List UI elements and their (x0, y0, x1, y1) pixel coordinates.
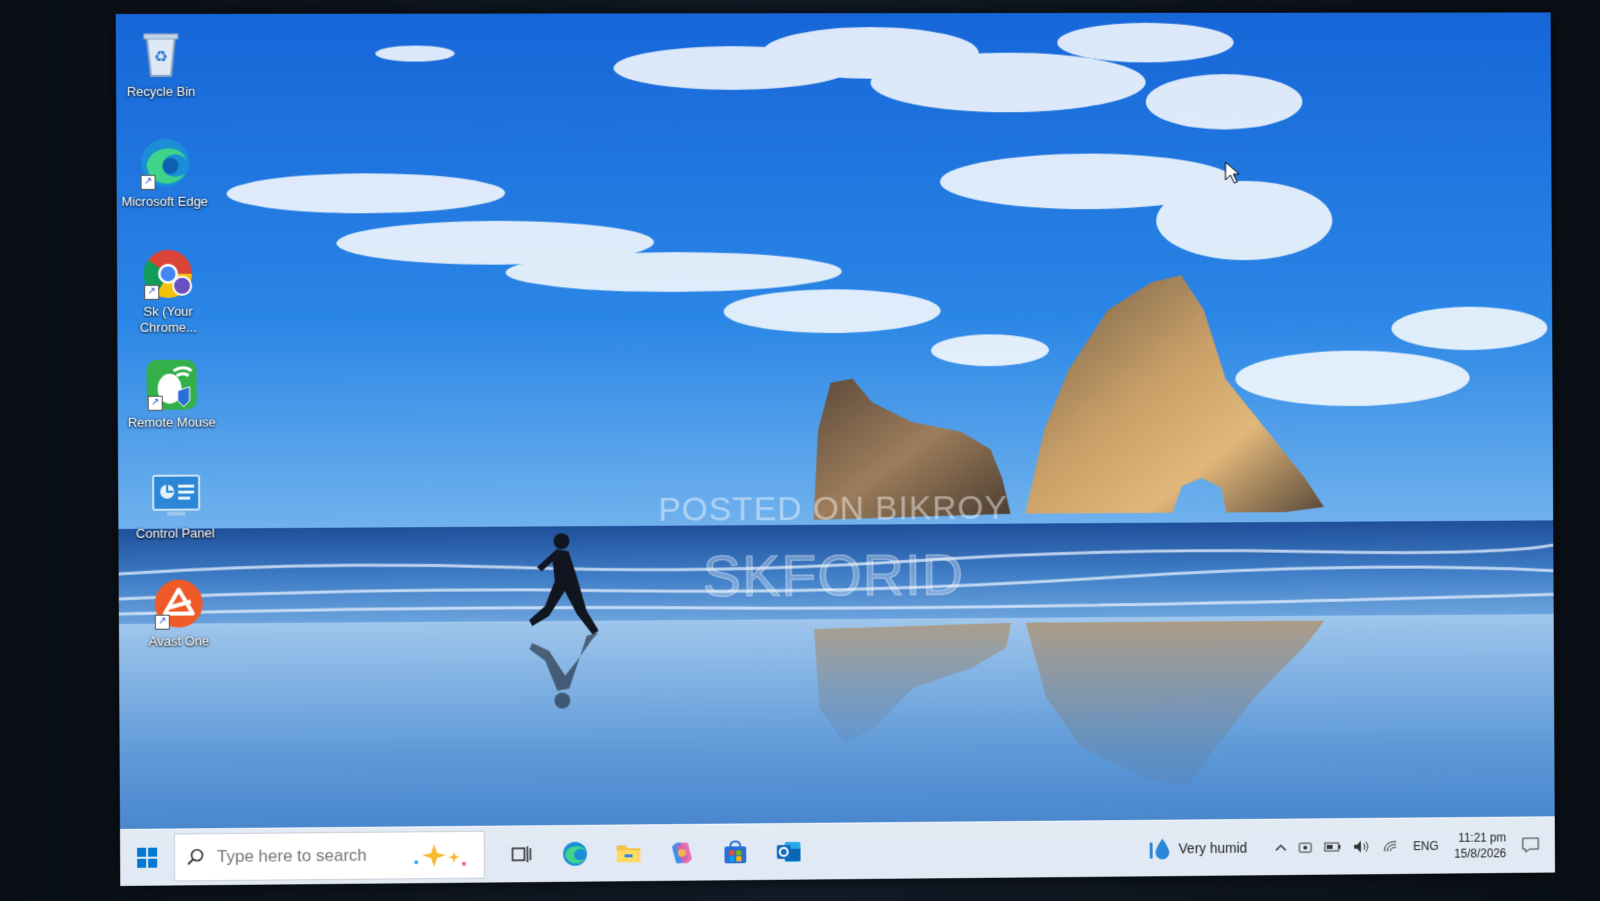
clock[interactable]: 11:21 pm 15/8/2026 (1454, 830, 1506, 862)
desktop-screen: POSTED ON BIKROY SKFORID ♻ Recycle Bin ↗… (115, 12, 1556, 886)
avast-one-label: Avast One (148, 633, 210, 649)
taskbar-edge[interactable] (551, 830, 599, 878)
shortcut-arrow-icon: ↗ (147, 395, 163, 411)
search-icon (187, 849, 204, 866)
control-panel-label: Control Panel (136, 525, 215, 541)
mouse-cursor-icon (1224, 161, 1240, 185)
meet-camera-icon[interactable] (1298, 840, 1312, 854)
weather-text: Very humid (1178, 839, 1248, 857)
clock-date: 15/8/2026 (1454, 846, 1507, 861)
desktop-wallpaper (115, 12, 1556, 886)
folder-icon (616, 845, 641, 863)
taskbar-microsoft-store[interactable] (711, 828, 759, 876)
desktop-icon-control-panel[interactable]: Control Panel (130, 467, 220, 541)
humidity-drop-icon (1149, 838, 1169, 860)
battery-icon[interactable] (1323, 841, 1341, 853)
search-highlight-icon (414, 844, 466, 868)
shortcut-arrow-icon: ↗ (140, 174, 156, 190)
microsoft-edge-label: Microsoft Edge (121, 193, 208, 209)
shortcut-arrow-icon: ↗ (144, 284, 160, 300)
desktop-icon-recycle-bin[interactable]: ♻ Recycle Bin (116, 26, 206, 100)
outlook-icon (775, 841, 801, 862)
taskbar-file-explorer[interactable] (605, 829, 653, 877)
control-panel-icon (147, 468, 203, 524)
store-icon (724, 839, 747, 864)
desktop-icon-microsoft-edge[interactable]: ↗ Microsoft Edge (119, 136, 209, 210)
shortcut-arrow-icon: ↗ (154, 614, 170, 630)
svg-text:♻: ♻ (154, 47, 168, 66)
taskbar-task-view[interactable] (498, 830, 546, 878)
task-view-icon (511, 843, 533, 865)
windows-logo-icon (137, 847, 158, 868)
desktop-icon-avast-one[interactable]: ↗ Avast One (134, 575, 224, 650)
edge-icon: ↗ (136, 136, 192, 192)
chrome-icon: ↗ (140, 246, 196, 302)
volume-icon[interactable] (1353, 840, 1371, 854)
taskbar-outlook[interactable] (765, 828, 813, 876)
search-input[interactable] (214, 844, 409, 869)
clock-time: 11:21 pm (1458, 830, 1507, 845)
copilot-icon (672, 842, 692, 864)
desktop-icon-chrome-profile[interactable]: ↗ Sk (Your Chrome... (123, 246, 213, 336)
recycle-bin-label: Recycle Bin (126, 83, 196, 99)
remote-mouse-icon: ↗ (144, 357, 200, 413)
chrome-profile-label: Sk (Your Chrome... (139, 303, 197, 335)
wifi-icon[interactable] (1382, 839, 1398, 853)
taskbar-copilot[interactable] (658, 829, 706, 877)
taskbar-search-box[interactable] (173, 830, 485, 882)
weather-widget[interactable]: Very humid (1149, 836, 1247, 861)
recycle-bin-icon: ♻ (133, 26, 189, 82)
show-hidden-icons-chevron-up-icon[interactable] (1275, 842, 1287, 852)
notifications-icon[interactable] (1522, 837, 1540, 853)
avast-one-icon: ↗ (151, 575, 207, 631)
start-button[interactable] (120, 830, 174, 886)
input-language[interactable]: ENG (1413, 839, 1438, 853)
edge-icon (563, 841, 587, 866)
desktop-icon-remote-mouse[interactable]: ↗ Remote Mouse (127, 357, 217, 431)
system-tray: Very humid ENG 11:21 pm 15/8/2026 (1149, 817, 1545, 876)
remote-mouse-label: Remote Mouse (127, 414, 216, 430)
